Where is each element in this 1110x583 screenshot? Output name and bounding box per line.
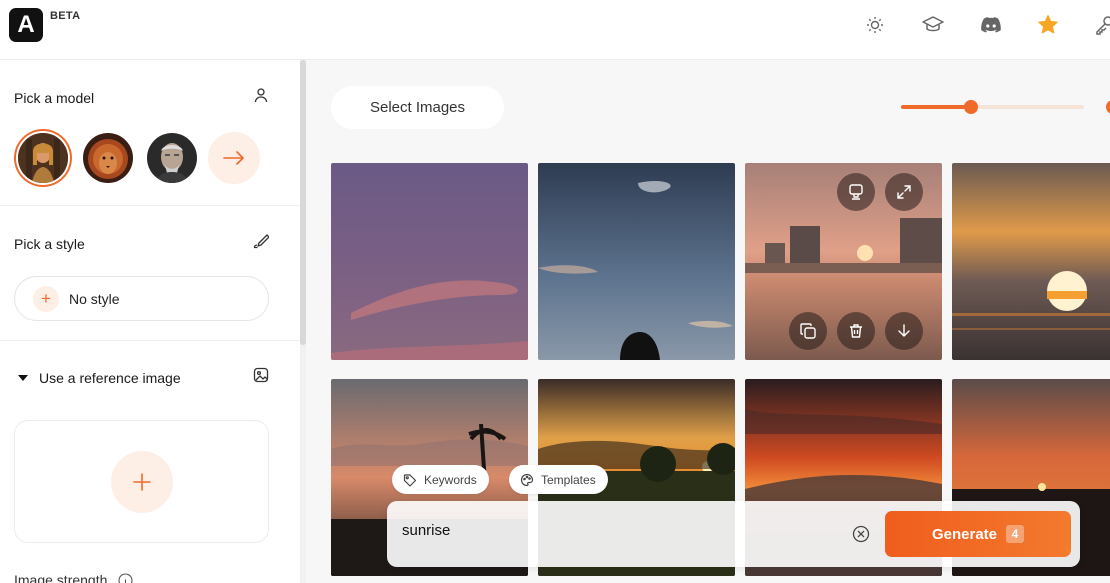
main-area: Select Images Keywords Templates sunrise… [306, 60, 1110, 583]
graduation-cap-icon[interactable] [920, 13, 946, 37]
stamp-icon [849, 184, 863, 200]
plus-icon: + [33, 285, 59, 312]
plus-icon [133, 473, 151, 491]
save-preset-button[interactable] [837, 173, 875, 211]
reference-image-dropzone[interactable] [14, 420, 269, 543]
select-images-button[interactable]: Select Images [331, 86, 504, 129]
gallery-image[interactable] [745, 163, 942, 360]
slider-thumb[interactable] [963, 100, 978, 114]
pick-style-title: Pick a style [14, 236, 85, 252]
app-logo[interactable]: A [9, 8, 43, 42]
sidebar: Pick a model Pick a style + No style Use… [0, 60, 300, 583]
pick-model-title: Pick a model [14, 90, 95, 106]
tag-icon [402, 472, 418, 488]
more-models-button[interactable] [208, 132, 260, 184]
generate-label: Generate [931, 525, 998, 543]
image-size-slider[interactable] [901, 100, 1084, 114]
divider [0, 205, 300, 206]
star-icon[interactable] [1035, 13, 1061, 37]
top-bar: A BETA [0, 0, 1110, 60]
close-circle-icon [852, 525, 870, 543]
model-avatar-lion[interactable] [83, 133, 133, 183]
prompt-input[interactable] [402, 522, 832, 539]
templates-chip[interactable]: Templates [509, 465, 608, 494]
discord-icon[interactable] [978, 13, 1004, 37]
image-strength-title: Image strength [14, 572, 108, 583]
key-icon[interactable] [1092, 13, 1110, 37]
style-value: No style [69, 290, 120, 307]
model-avatar-woman[interactable] [18, 133, 68, 183]
generate-button[interactable]: Generate 4 [885, 511, 1071, 557]
templates-label: Templates [541, 472, 596, 487]
user-icon[interactable] [252, 86, 270, 104]
copy-button[interactable] [789, 312, 827, 350]
slider-fill [901, 105, 971, 109]
download-button[interactable] [885, 312, 923, 350]
brush-icon[interactable] [252, 232, 270, 250]
reference-image-title[interactable]: Use a reference image [39, 370, 181, 386]
model-avatar-old-man[interactable] [147, 133, 197, 183]
generate-count-badge: 4 [1006, 525, 1025, 543]
expand-icon [897, 185, 911, 199]
info-icon[interactable] [116, 571, 134, 583]
caret-down-icon[interactable] [14, 369, 32, 387]
image-icon[interactable] [252, 366, 270, 384]
trash-icon [850, 324, 862, 338]
beta-badge: BETA [50, 10, 81, 22]
slider-handle-partial[interactable] [1106, 100, 1110, 114]
keywords-chip[interactable]: Keywords [392, 465, 489, 494]
prompt-bar: Generate 4 [387, 501, 1080, 567]
divider [0, 340, 300, 341]
style-select[interactable]: + No style [14, 276, 269, 321]
gallery-image[interactable] [331, 163, 528, 360]
clear-prompt-button[interactable] [851, 524, 871, 544]
add-reference-button[interactable] [111, 451, 173, 513]
gallery-image[interactable] [952, 163, 1110, 360]
gallery-image[interactable] [538, 163, 735, 360]
download-icon [898, 324, 910, 337]
delete-button[interactable] [837, 312, 875, 350]
copy-icon [800, 323, 816, 339]
arrow-right-icon [223, 151, 244, 165]
palette-icon [519, 472, 535, 488]
sun-icon[interactable] [862, 13, 888, 37]
keywords-label: Keywords [424, 472, 477, 487]
expand-button[interactable] [885, 173, 923, 211]
